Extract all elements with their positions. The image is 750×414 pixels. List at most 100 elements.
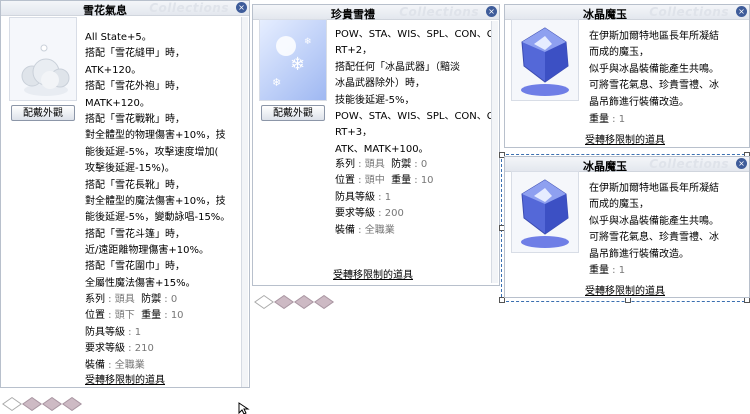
crystal-gem-icon (521, 179, 569, 248)
close-icon[interactable]: × (736, 6, 747, 17)
crystal-gem-icon (521, 27, 569, 96)
item-window-ice-crystal-orb: Collections × 冰晶魔玉 在伊斯加爾特地區長年所凝結 而成的魔玉， 似乎… (504, 4, 750, 148)
item-title: 冰晶魔玉 (583, 160, 627, 173)
stat-value: : 1 (609, 114, 626, 125)
transfer-restricted-link[interactable]: 受轉移限制的道具 (585, 131, 665, 146)
slot-diamond-icon[interactable] (254, 295, 274, 309)
stat-row: 防具等級 : 1 (335, 190, 434, 206)
description-line: 在伊斯加爾特地區長年所凝結 (589, 31, 719, 42)
item-title: 珍貴雪禮 (331, 8, 375, 21)
stat-row: 要求等級 : 210 (85, 341, 184, 357)
stat-row: 系列 : 頭具 防禦 : 0 (335, 157, 434, 173)
transfer-restricted-link[interactable]: 受轉移限制的道具 (333, 266, 413, 281)
slot-diamond-icon[interactable] (294, 295, 314, 309)
item-title: 雪花氣息 (83, 4, 127, 17)
wear-appearance-button[interactable]: 配戴外觀 (11, 105, 75, 121)
description-line: ATK、MATK+100。 (335, 143, 429, 155)
description-line: 搭配「雪花長靴」時， (85, 179, 185, 191)
svg-text:❄: ❄ (304, 37, 312, 47)
snow-cloud-icon (21, 44, 70, 96)
item-stats: 重量 : 1 (589, 112, 625, 128)
item-illustration (511, 19, 579, 101)
scrollbar[interactable] (241, 17, 248, 387)
stat-label: 重量 (589, 114, 609, 125)
stat-label: 裝備 (335, 224, 355, 236)
item-description: 在伊斯加爾特地區長年所凝結 而成的魔玉， 似乎與冰晶裝備能產生共鳴。 可將雪花氣息、珍… (589, 29, 719, 111)
stat-label: 位置 (335, 175, 355, 187)
slot-diamond-icon[interactable] (274, 295, 294, 309)
item-stats: 系列 : 頭具 防禦 : 0 位置 : 頭下 重量 : 10 防具等級 : 1 要求等… (85, 292, 184, 374)
stat-label: 要求等級 (85, 343, 125, 355)
stat-label: 重量 (141, 310, 162, 322)
description-line: 全屬性魔法傷害+15%。 (85, 277, 196, 289)
stat-label: 重量 (391, 175, 412, 187)
item-stats: 系列 : 頭具 防禦 : 0 位置 : 頭中 重量 : 10 防具等級 : 1 要求等… (335, 157, 434, 239)
mouse-cursor-icon (238, 402, 250, 414)
description-line: 對全體型的物理傷害+10%，技 (85, 130, 226, 142)
slot-diamond-icon[interactable] (314, 295, 334, 309)
item-description: All State+5。搭配「雪花縫甲」時， ATK+120。搭配「雪花外袍」時，… (85, 30, 230, 292)
svg-text:❄: ❄ (290, 54, 305, 75)
stat-value: : 0 (161, 294, 178, 305)
description-line: 可將雪花氣息、珍貴雪禮、冰 (589, 80, 719, 92)
slot-diamond-icon[interactable] (2, 397, 22, 411)
stat-row: 位置 : 頭中 重量 : 10 (335, 173, 434, 189)
svg-text:❄: ❄ (272, 76, 281, 89)
stat-row: 裝備 : 全職業 (335, 223, 434, 239)
description-line: 攻擊後延遲-15%)。 (85, 163, 175, 175)
description-line: All State+5。 (85, 32, 152, 43)
stat-value: : 頭具 (355, 159, 385, 170)
item-title: 冰晶魔玉 (583, 8, 627, 21)
description-line: POW、STA、WIS、SPL、CON、C (335, 110, 494, 122)
close-icon[interactable]: × (236, 2, 247, 13)
stat-row: 重量 : 1 (589, 263, 625, 279)
description-line: 晶吊飾進行裝備改造。 (589, 96, 689, 108)
item-illustration (511, 171, 579, 253)
stat-label: 裝備 (85, 359, 105, 371)
description-line: 可將雪花氣息、珍貴雪禮、冰 (589, 232, 719, 244)
description-line: RT+3， (335, 127, 373, 139)
stat-value: : 1 (609, 265, 626, 276)
description-line: 搭配「雪花圍巾」時， (85, 261, 185, 273)
stat-label: 系列 (85, 294, 105, 305)
stat-row: 位置 : 頭下 重量 : 10 (85, 308, 184, 324)
description-line: 冰晶武器除外）時， (335, 78, 425, 90)
item-slot-tray (254, 292, 378, 310)
wear-appearance-button[interactable]: 配戴外觀 (261, 105, 325, 121)
close-icon[interactable]: × (736, 158, 747, 169)
transfer-restricted-link[interactable]: 受轉移限制的道具 (85, 371, 165, 386)
close-icon[interactable]: × (486, 6, 497, 17)
item-stats: 重量 : 1 (589, 263, 625, 279)
item-description: POW、STA、WIS、SPL、CON、C RT+2， 搭配任何「冰晶武器」（黯淡冰… (335, 27, 494, 158)
description-line: 搭配任何「冰晶武器」（黯淡 (335, 61, 460, 73)
description-line: 搭配「雪花外袍」時， (85, 81, 185, 93)
scrollbar[interactable] (491, 21, 498, 283)
slot-diamond-icon[interactable] (62, 397, 82, 411)
watermark: Collections (649, 157, 729, 171)
description-line: 對全體型的魔法傷害+10%，技 (85, 195, 226, 207)
watermark: Collections (649, 5, 729, 19)
description-line: POW、STA、WIS、SPL、CON、C (335, 29, 494, 40)
description-line: 能後延遲-5%，攻擊速度增加( (85, 146, 219, 158)
slot-diamond-icon[interactable] (42, 397, 62, 411)
stat-value: : 頭具 (105, 294, 135, 305)
description-line: ATK+120。 (85, 64, 142, 76)
description-line: 搭配「雪花戰靴」時， (85, 113, 185, 125)
snowflake-icon: ❄ ❄ ❄ (272, 36, 312, 89)
stat-row: 重量 : 1 (589, 112, 625, 128)
description-line: 似乎與冰晶裝備能產生共鳴。 (589, 63, 719, 75)
stat-value: : 1 (375, 191, 392, 203)
description-line: 搭配「雪花縫甲」時， (85, 48, 185, 60)
description-line: 似乎與冰晶裝備能產生共鳴。 (589, 215, 719, 227)
stat-value: : 頭中 (355, 175, 385, 187)
stat-row: 系列 : 頭具 防禦 : 0 (85, 292, 184, 308)
description-line: 能後延遲-5%，變動詠唱-15%。 (85, 212, 231, 224)
slot-diamond-icon[interactable] (22, 397, 42, 411)
description-line: 而成的魔玉， (589, 47, 649, 59)
stat-row: 要求等級 : 200 (335, 206, 434, 222)
description-line: 搭配「雪花斗篷」時， (85, 228, 185, 240)
stat-label: 防具等級 (335, 191, 375, 203)
transfer-restricted-link[interactable]: 受轉移限制的道具 (585, 282, 665, 297)
description-line: 近/遠距離物理傷害+10%。 (85, 245, 209, 257)
stat-value: : 1 (125, 326, 142, 338)
